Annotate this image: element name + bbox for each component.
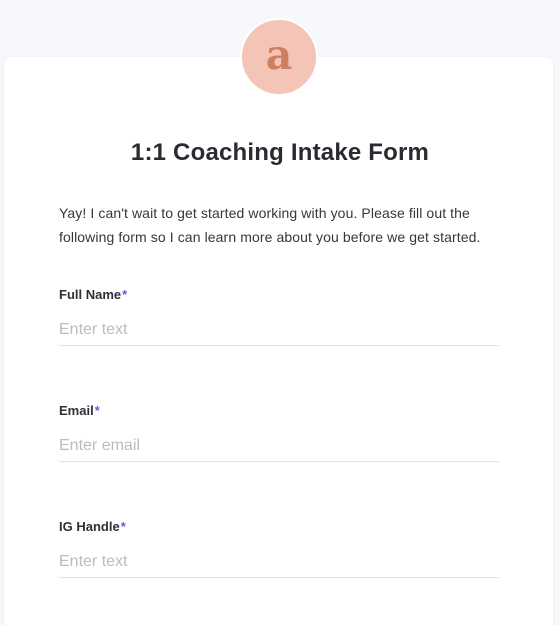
ig-handle-input[interactable] [59, 546, 499, 578]
ig-handle-label: IG Handle* [59, 518, 499, 536]
form-intro-text: Yay! I can't wait to get started working… [59, 205, 481, 245]
email-input[interactable] [59, 430, 499, 462]
email-label: Email* [59, 402, 499, 420]
ig-handle-field-group: IG Handle* [59, 518, 499, 578]
required-marker: * [94, 403, 100, 418]
full-name-label: Full Name* [59, 286, 499, 304]
full-name-input[interactable] [59, 314, 499, 346]
page-title: 1:1 Coaching Intake Form [130, 139, 430, 167]
brand-avatar-letter: a [265, 30, 293, 79]
ig-handle-label-text: IG Handle [59, 519, 120, 534]
intake-form-page: a 1:1 Coaching Intake Form Yay! I can't … [0, 0, 560, 625]
full-name-field-group: Full Name* [59, 286, 499, 346]
required-marker: * [120, 519, 126, 534]
email-field-group: Email* [59, 402, 499, 462]
required-marker: * [122, 287, 128, 302]
full-name-label-text: Full Name [59, 287, 122, 302]
brand-avatar: a [240, 18, 318, 96]
email-label-text: Email [59, 403, 94, 418]
